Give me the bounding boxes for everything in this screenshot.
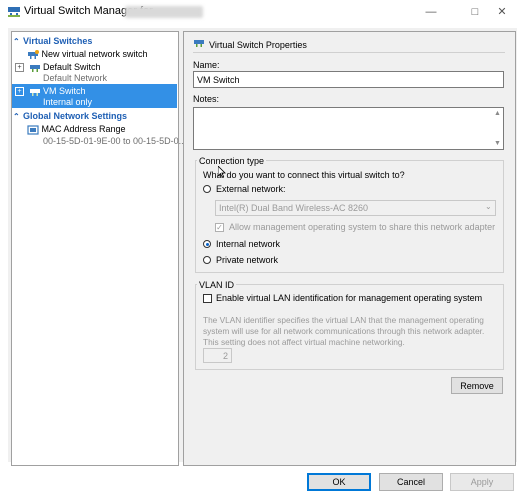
vlan-id-input[interactable]: 2 bbox=[203, 348, 232, 363]
external-network-radio[interactable] bbox=[203, 185, 211, 193]
tree-item-label: Default Switch bbox=[43, 62, 101, 72]
expand-icon[interactable]: + bbox=[15, 87, 24, 97]
chevron-up-icon: ⌃ bbox=[13, 37, 20, 46]
network-switch-icon bbox=[29, 88, 40, 96]
notes-textarea[interactable] bbox=[193, 107, 504, 150]
vlan-id-label: VLAN ID bbox=[197, 280, 237, 290]
name-input[interactable]: VM Switch bbox=[193, 71, 504, 88]
tree-item-label: MAC Address Range bbox=[41, 124, 126, 134]
tree-item-new-switch[interactable]: New virtual network switch bbox=[27, 48, 148, 60]
private-network-label[interactable]: Private network bbox=[216, 255, 278, 265]
scroll-down-icon[interactable]: ▼ bbox=[494, 140, 501, 147]
allow-management-label[interactable]: Allow management operating system to sha… bbox=[229, 222, 495, 232]
tree-item-label: VM Switch bbox=[43, 86, 86, 96]
network-adapter-select[interactable]: Intel(R) Dual Band Wireless-AC 8260 bbox=[215, 200, 496, 216]
divider bbox=[193, 52, 505, 53]
allow-management-checkbox[interactable]: ✓ bbox=[215, 223, 224, 232]
cancel-button[interactable]: Cancel bbox=[379, 473, 443, 491]
expand-icon[interactable]: + bbox=[15, 63, 24, 73]
minimize-button[interactable]: — bbox=[408, 0, 454, 25]
properties-title: Virtual Switch Properties bbox=[209, 40, 307, 50]
enable-vlan-checkbox[interactable] bbox=[203, 294, 212, 303]
vlan-description: The VLAN identifier specifies the virtua… bbox=[203, 315, 485, 347]
internal-network-radio[interactable] bbox=[203, 240, 211, 248]
private-network-radio[interactable] bbox=[203, 256, 211, 264]
apply-button[interactable]: Apply bbox=[450, 473, 514, 491]
tree-item-label: New virtual network switch bbox=[41, 49, 148, 59]
mouse-cursor-icon bbox=[218, 166, 226, 178]
enable-vlan-label[interactable]: Enable virtual LAN identification for ma… bbox=[216, 293, 482, 303]
external-network-label[interactable]: External network: bbox=[216, 184, 286, 194]
remove-button[interactable]: Remove bbox=[451, 377, 503, 394]
virtual-switches-header[interactable]: ⌃ Virtual Switches bbox=[13, 35, 92, 47]
scroll-up-icon[interactable]: ▲ bbox=[494, 110, 501, 117]
notes-label: Notes: bbox=[193, 94, 220, 104]
name-label: Name: bbox=[193, 60, 220, 70]
global-network-settings-header[interactable]: ⌃ Global Network Settings bbox=[13, 110, 127, 122]
chevron-up-icon: ⌃ bbox=[13, 112, 20, 121]
internal-network-label[interactable]: Internal network bbox=[216, 239, 280, 249]
network-switch-icon bbox=[194, 40, 204, 47]
chevron-down-icon: ⌄ bbox=[485, 202, 492, 211]
tree-item-mac-range[interactable]: MAC Address Range bbox=[27, 123, 126, 135]
ok-button[interactable]: OK bbox=[307, 473, 371, 491]
network-switch-icon bbox=[29, 64, 40, 72]
tree-item-sublabel: Internal only bbox=[43, 97, 93, 107]
connection-type-label: Connection type bbox=[197, 156, 267, 166]
virtual-switch-app-icon bbox=[8, 7, 20, 17]
tree-item-sublabel: 00-15-5D-01-9E-00 to 00-15-5D-0... bbox=[43, 136, 187, 146]
close-button[interactable]: ✕ bbox=[479, 0, 525, 25]
new-switch-icon bbox=[28, 49, 39, 59]
tree-item-sublabel: Default Network bbox=[43, 73, 108, 83]
redacted-computer-name bbox=[125, 6, 203, 18]
mac-address-icon bbox=[27, 125, 39, 135]
connection-question: What do you want to connect this virtual… bbox=[203, 170, 405, 180]
